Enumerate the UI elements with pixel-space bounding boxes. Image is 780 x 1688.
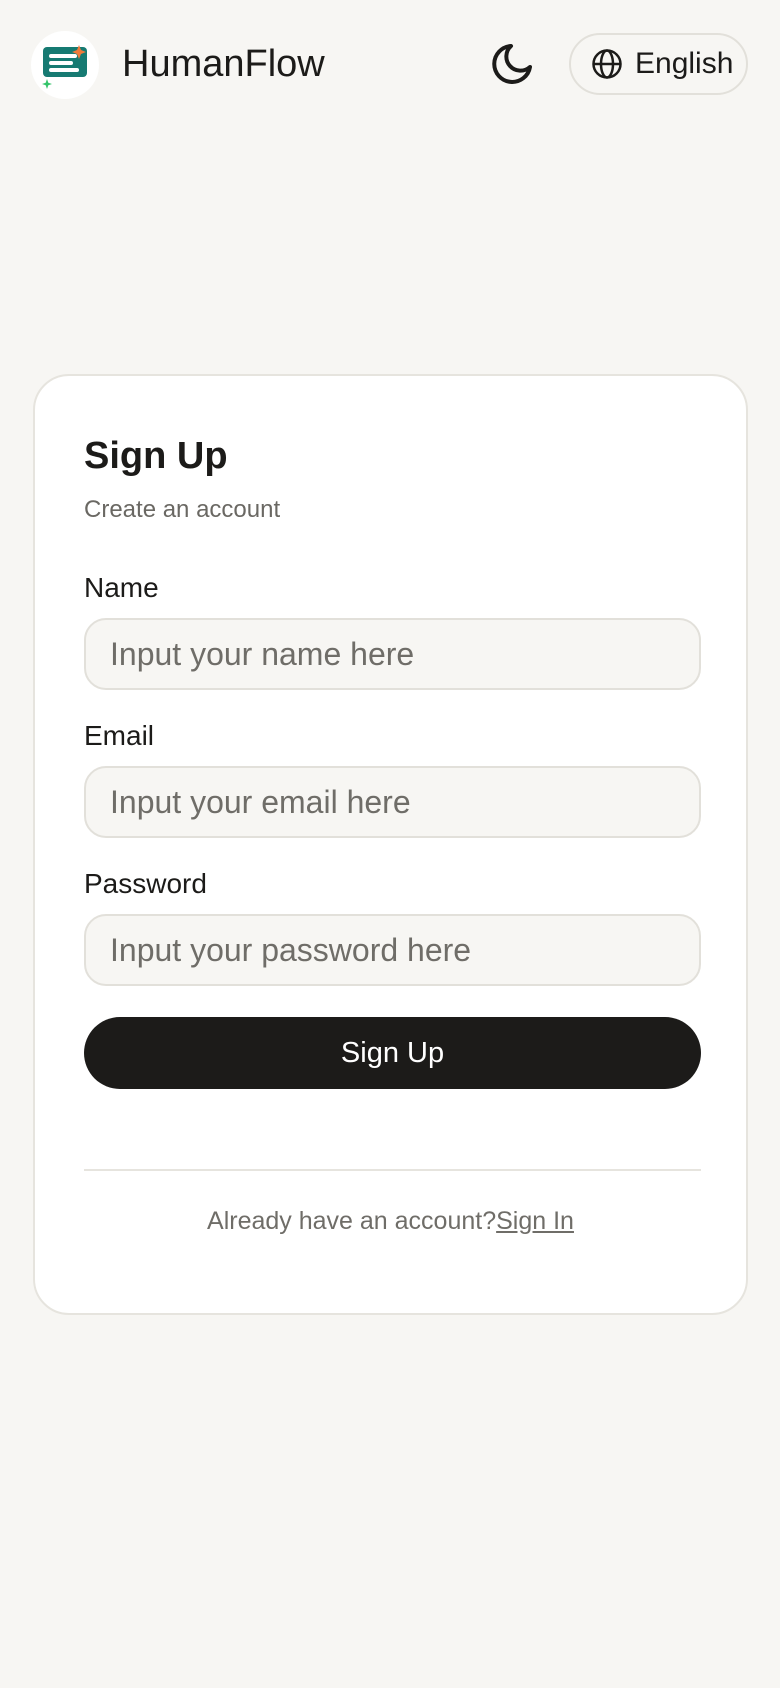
app-name: HumanFlow	[122, 43, 325, 85]
theme-toggle-button[interactable]	[484, 36, 540, 92]
name-input[interactable]	[84, 618, 701, 690]
globe-icon	[592, 49, 622, 79]
email-input[interactable]	[84, 766, 701, 838]
app-logo[interactable]	[31, 31, 99, 99]
language-selector-button[interactable]: English	[569, 33, 748, 95]
signin-link[interactable]: Sign In	[496, 1207, 574, 1235]
signup-card: Sign Up Create an account Name Email Pas…	[33, 374, 748, 1315]
divider	[84, 1169, 701, 1171]
form-subtitle: Create an account	[84, 496, 281, 523]
app-header: HumanFlow English	[0, 0, 780, 128]
form-title: Sign Up	[84, 435, 228, 477]
logo-icon	[42, 45, 87, 89]
signin-prompt-text: Already have an account?	[207, 1207, 497, 1235]
signup-button[interactable]: Sign Up	[84, 1017, 701, 1089]
password-label: Password	[84, 868, 207, 899]
password-input[interactable]	[84, 914, 701, 986]
email-label: Email	[84, 720, 155, 751]
name-label: Name	[84, 572, 159, 603]
moon-icon	[492, 44, 532, 84]
language-label: English	[635, 47, 734, 80]
signin-prompt: Already have an account?Sign In	[35, 1204, 746, 1238]
